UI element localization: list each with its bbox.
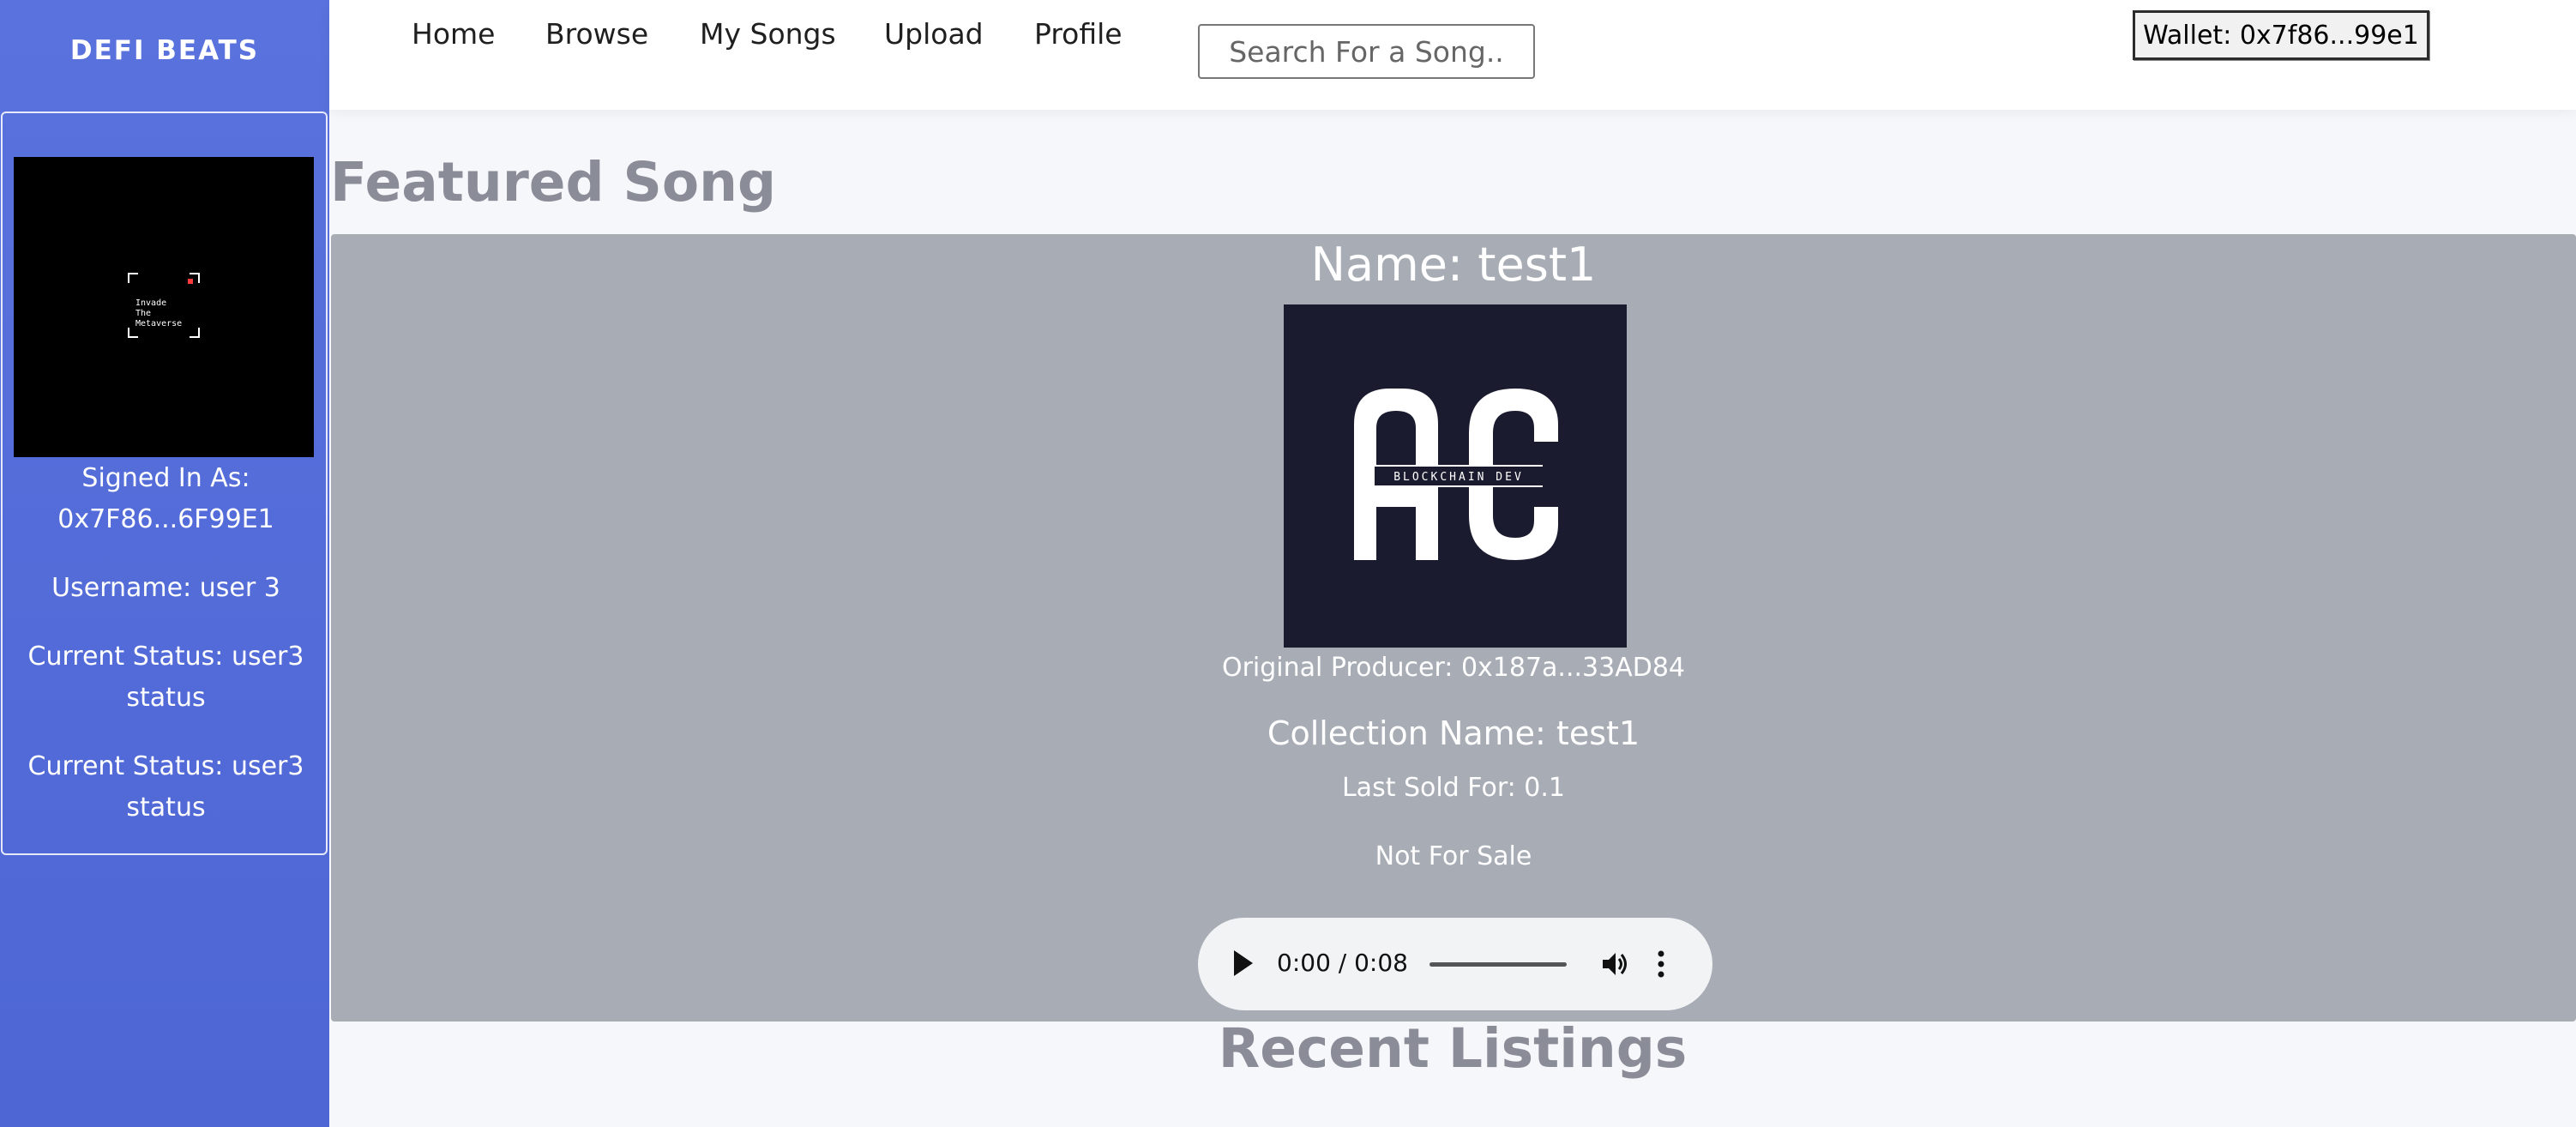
song-cover-image: BLOCKCHAIN DEV <box>1284 304 1627 648</box>
avatar-frame: Invade The Metaverse <box>128 273 200 338</box>
current-status-value: status <box>126 683 206 713</box>
current-status-value: status <box>126 793 206 823</box>
current-status-line: Current Status: user3 <box>27 751 304 781</box>
song-name: Name: test1 <box>1310 238 1597 292</box>
wallet-button[interactable]: Wallet: 0x7f86...99e1 <box>2133 10 2429 60</box>
current-status-line: Current Status: user3 <box>27 642 304 672</box>
ac-logo-icon: BLOCKCHAIN DEV <box>1354 389 1558 560</box>
play-icon[interactable] <box>1234 950 1253 976</box>
nav-browse[interactable]: Browse <box>545 17 648 51</box>
username: Username: user 3 <box>51 573 280 603</box>
nav-home[interactable]: Home <box>412 17 495 51</box>
audio-seek-bar[interactable] <box>1429 962 1567 967</box>
avatar-text: Invade The Metaverse <box>135 298 183 328</box>
last-sold-price: Last Sold For: 0.1 <box>1341 773 1566 803</box>
profile-card: Invade The Metaverse Signed In As: 0x7F8… <box>1 111 328 855</box>
recent-listings-title: Recent Listings <box>1218 1017 1688 1080</box>
audio-player: 0:00 / 0:08 <box>1198 918 1712 1010</box>
search-input[interactable] <box>1198 24 1535 79</box>
original-producer: Original Producer: 0x187a...33AD84 <box>1221 653 1686 683</box>
more-options-icon[interactable] <box>1656 949 1666 979</box>
volume-icon[interactable] <box>1599 949 1630 979</box>
signed-in-label: Signed In As: <box>81 463 250 493</box>
signed-in-address: 0x7F86...6F99E1 <box>57 504 274 534</box>
collection-name: Collection Name: test1 <box>1267 714 1640 752</box>
avatar-red-dot <box>188 279 193 284</box>
brand-logo[interactable]: DEFI BEATS <box>0 0 329 101</box>
nav-my-songs[interactable]: My Songs <box>700 17 836 51</box>
cover-logo-text: BLOCKCHAIN DEV <box>1393 471 1524 484</box>
sale-status: Not For Sale <box>1375 841 1532 871</box>
featured-section-title: Featured Song <box>330 151 777 214</box>
audio-time: 0:00 / 0:08 <box>1277 949 1408 977</box>
top-navbar: Home Browse My Songs Upload Profile Wall… <box>329 0 2576 110</box>
nav-upload[interactable]: Upload <box>884 17 984 51</box>
avatar: Invade The Metaverse <box>14 157 314 457</box>
featured-song-card: Name: test1 BLOCKCHAIN DEV Original Prod… <box>331 234 2576 1022</box>
sidebar: DEFI BEATS Invade The Metaverse Signed I… <box>0 0 329 1127</box>
nav-profile[interactable]: Profile <box>1034 17 1122 51</box>
